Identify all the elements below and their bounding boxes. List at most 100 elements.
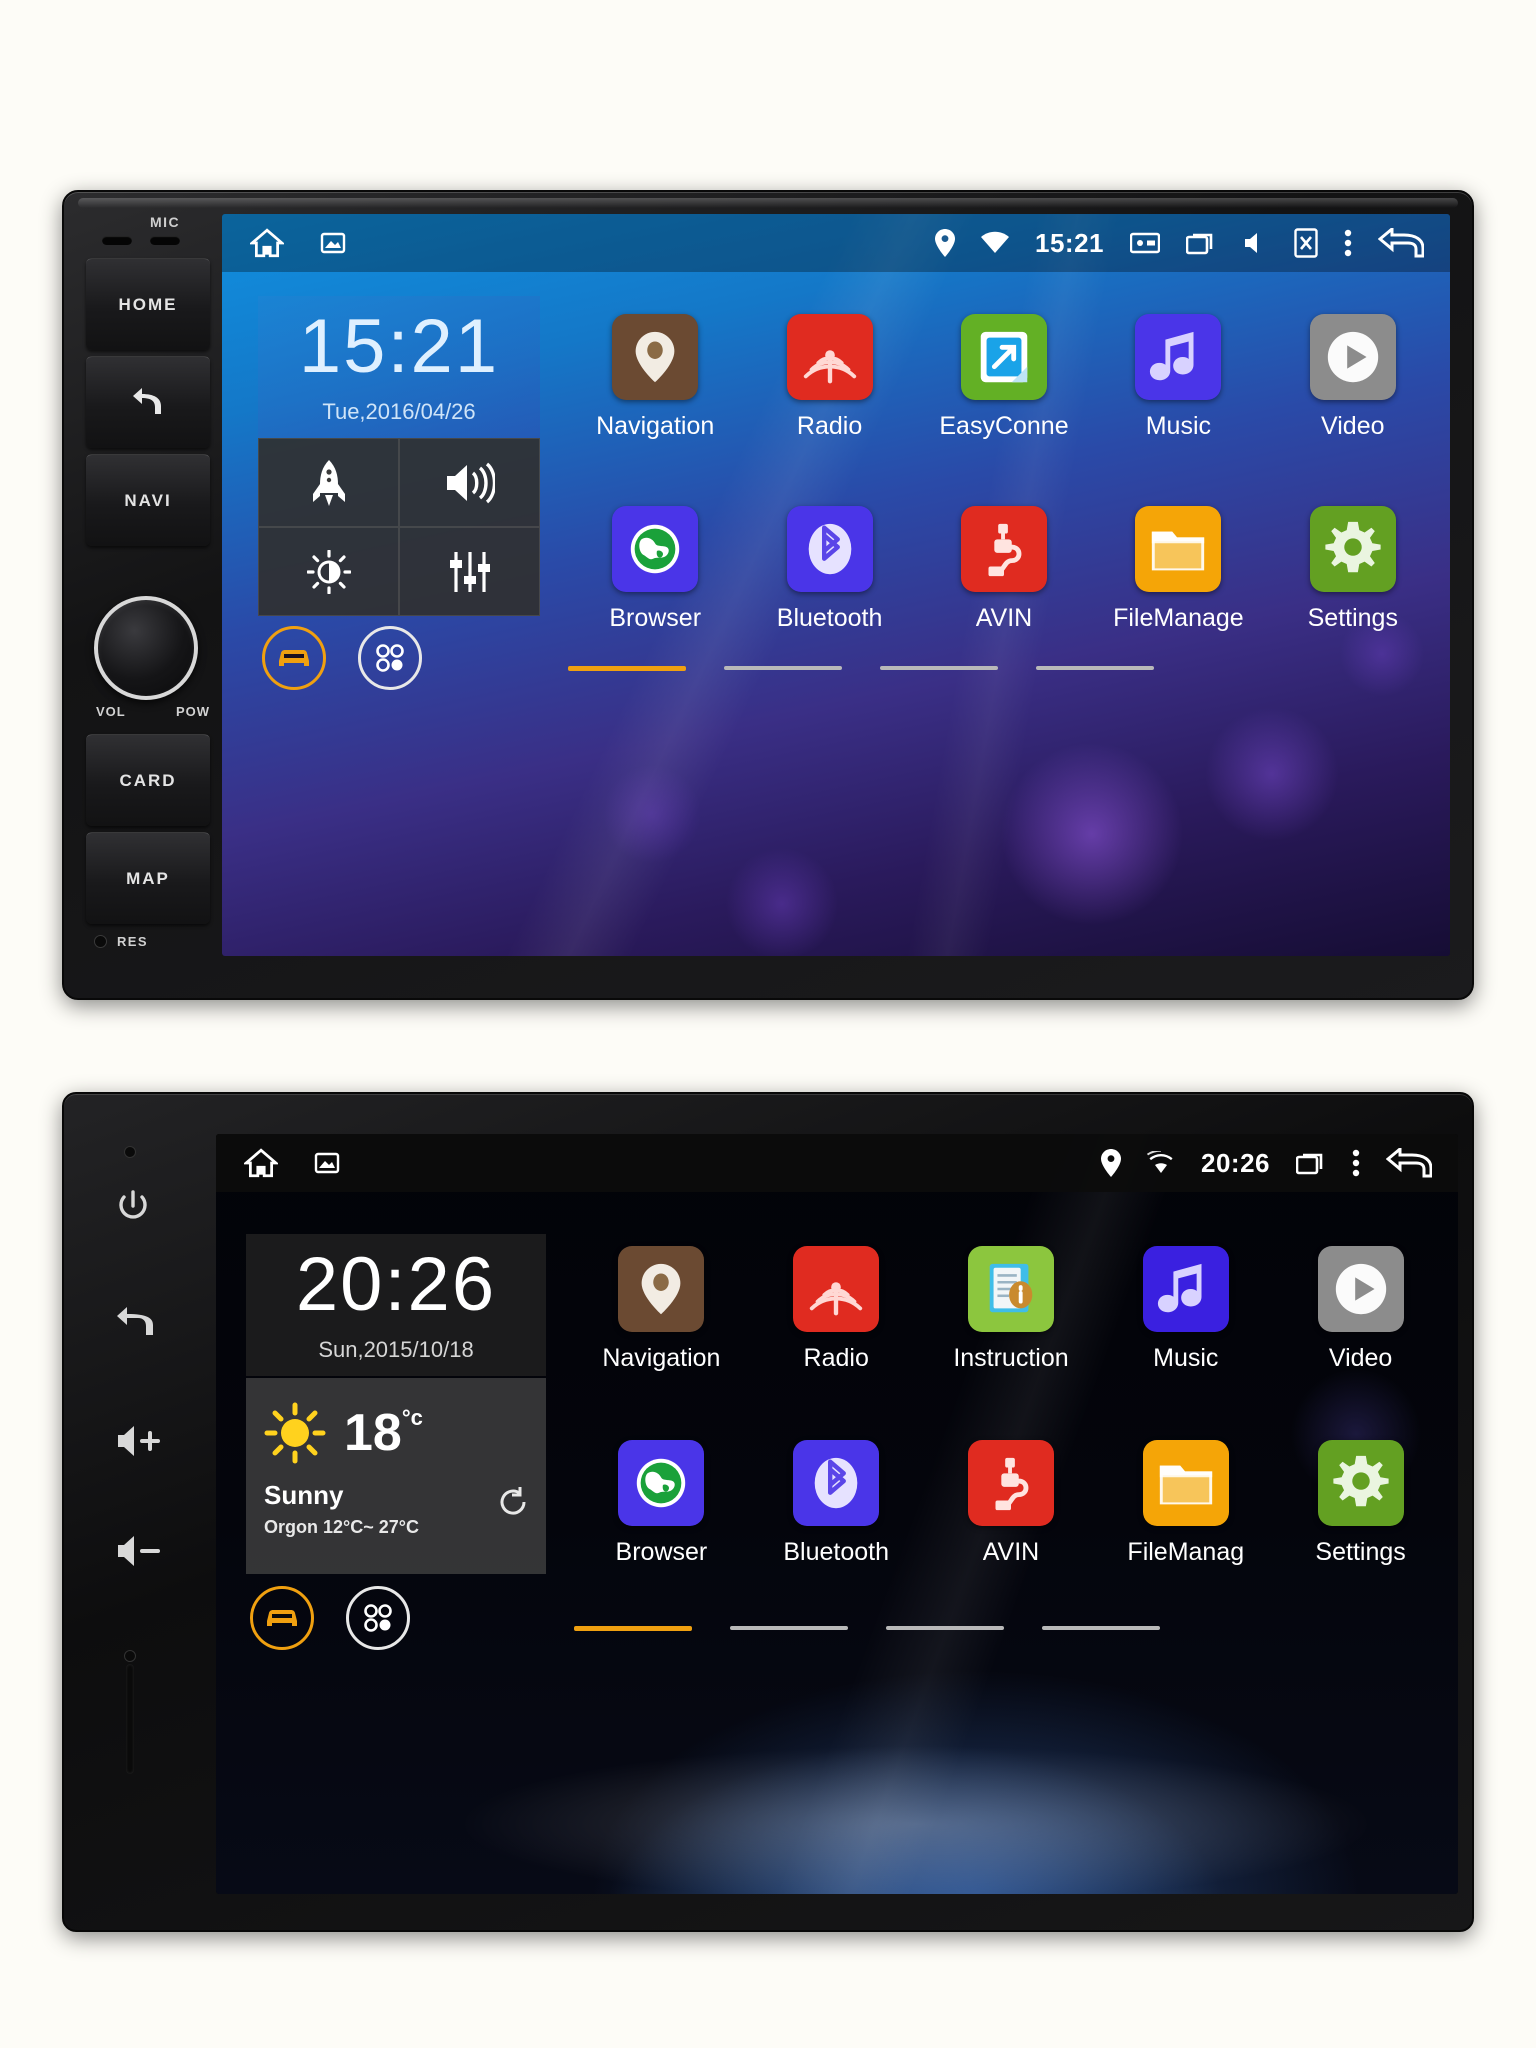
back-icon[interactable] bbox=[1386, 1148, 1432, 1178]
app-avin[interactable]: AVIN bbox=[924, 1440, 1099, 1567]
volume-up-icon bbox=[118, 1426, 160, 1456]
app-instruction[interactable]: Instruction bbox=[924, 1246, 1099, 1373]
volume-power-knob-wrap: VOL POW bbox=[94, 596, 212, 719]
app-filemanag[interactable]: FileManag bbox=[1098, 1440, 1273, 1567]
app-label: FileManage bbox=[1113, 604, 1244, 632]
dock-car-button[interactable] bbox=[262, 626, 326, 690]
app-label: Bluetooth bbox=[783, 1538, 890, 1566]
hw-card-button[interactable]: CARD bbox=[86, 734, 210, 826]
clock-widget-top[interactable]: 15:21 Tue,2016/04/26 bbox=[258, 296, 540, 438]
tile-brightness[interactable] bbox=[258, 527, 399, 616]
app-settings[interactable]: Settings bbox=[1273, 1440, 1448, 1567]
card-slot-bottom[interactable] bbox=[126, 1664, 134, 1774]
home-icon[interactable] bbox=[250, 228, 284, 258]
page-dot-1[interactable] bbox=[568, 666, 686, 671]
folder-icon bbox=[1159, 1465, 1212, 1505]
weather-range: Orgon 12°C~ 27°C bbox=[264, 1517, 419, 1537]
gps-pin-icon bbox=[935, 229, 955, 257]
screenshot-icon[interactable] bbox=[320, 230, 346, 256]
app-label: Browser bbox=[615, 1538, 708, 1566]
globe-icon bbox=[612, 506, 699, 592]
clock-widget-date-bottom: Sun,2015/10/18 bbox=[318, 1337, 474, 1362]
reset-hole[interactable] bbox=[94, 935, 107, 948]
page-dot-1[interactable] bbox=[574, 1626, 692, 1631]
app-filemanage[interactable]: FileManage bbox=[1091, 506, 1265, 633]
hw-power-button[interactable] bbox=[116, 1190, 150, 1224]
app-label: Music bbox=[1153, 1344, 1219, 1372]
hw-back-button-bottom[interactable] bbox=[116, 1306, 154, 1338]
clock-widget-time: 15:21 bbox=[298, 304, 500, 389]
equalizer-icon bbox=[449, 551, 490, 592]
hw-volume-up-button[interactable] bbox=[116, 1424, 162, 1458]
status-bar-clock-bottom: 20:26 bbox=[1201, 1147, 1270, 1178]
app-navigation[interactable]: Navigation bbox=[568, 314, 742, 441]
screen-bottom[interactable]: 20:26 20:26 Sun,2015/10/18 18°c Sunny Or… bbox=[216, 1134, 1458, 1894]
app-browser[interactable]: Browser bbox=[574, 1440, 749, 1567]
page-dot-4[interactable] bbox=[1042, 1626, 1160, 1630]
app-bluetooth[interactable]: Bluetooth bbox=[742, 506, 916, 633]
app-easyconne[interactable]: EasyConne bbox=[917, 314, 1091, 441]
weather-widget[interactable]: 18°c Sunny Orgon 12°C~ 27°C bbox=[246, 1378, 546, 1574]
tile-equalizer[interactable] bbox=[399, 527, 540, 616]
recents-icon[interactable] bbox=[1296, 1151, 1326, 1175]
mic-label: MIC bbox=[150, 214, 181, 230]
app-radio[interactable]: Radio bbox=[749, 1246, 924, 1373]
weather-main-row: 18°c bbox=[264, 1402, 528, 1464]
dock-app-drawer-button[interactable] bbox=[346, 1586, 410, 1650]
reset-hole-bottom[interactable] bbox=[124, 1650, 136, 1662]
hw-back-button[interactable] bbox=[86, 356, 210, 448]
page-dot-4[interactable] bbox=[1036, 666, 1154, 670]
screenshot-icon[interactable] bbox=[314, 1150, 340, 1176]
weather-refresh-button[interactable] bbox=[498, 1487, 528, 1522]
knob-pow-label: POW bbox=[175, 704, 210, 719]
app-music[interactable]: Music bbox=[1098, 1246, 1273, 1373]
hw-navi-button[interactable]: NAVI bbox=[86, 454, 210, 546]
document-info-icon bbox=[989, 1263, 1033, 1313]
car-stereo-unit-top: MIC HOME NAVI VOL POW CARD MAP RES 15:21… bbox=[62, 190, 1474, 1000]
bluetooth-icon bbox=[793, 1440, 880, 1526]
page-dot-2[interactable] bbox=[724, 666, 842, 670]
overflow-menu-icon[interactable] bbox=[1344, 229, 1352, 257]
mic-hole-right bbox=[150, 236, 180, 245]
page-dot-2[interactable] bbox=[730, 1626, 848, 1630]
page-dot-3[interactable] bbox=[886, 1626, 1004, 1630]
app-label: Bluetooth bbox=[776, 604, 883, 632]
music-note-icon bbox=[1142, 1246, 1229, 1332]
app-radio[interactable]: Radio bbox=[742, 314, 916, 441]
app-drawer-icon bbox=[364, 1604, 392, 1632]
home-icon[interactable] bbox=[244, 1148, 278, 1178]
mic-hole-bottom bbox=[124, 1146, 136, 1158]
app-settings[interactable]: Settings bbox=[1266, 506, 1440, 633]
recents-icon[interactable] bbox=[1186, 231, 1216, 255]
folder-icon bbox=[1135, 506, 1222, 592]
app-navigation[interactable]: Navigation bbox=[574, 1246, 749, 1373]
clock-widget-bottom[interactable]: 20:26 Sun,2015/10/18 bbox=[246, 1234, 546, 1376]
tile-launcher[interactable] bbox=[258, 438, 399, 527]
app-bluetooth[interactable]: Bluetooth bbox=[749, 1440, 924, 1567]
page-dot-3[interactable] bbox=[880, 666, 998, 670]
app-music[interactable]: Music bbox=[1091, 314, 1265, 441]
screen-off-icon[interactable] bbox=[1294, 228, 1318, 258]
dock-car-button[interactable] bbox=[250, 1586, 314, 1650]
back-icon[interactable] bbox=[1378, 228, 1424, 258]
map-pin-icon bbox=[618, 1246, 705, 1332]
back-icon bbox=[133, 387, 161, 414]
overflow-menu-icon[interactable] bbox=[1352, 1149, 1360, 1177]
app-grid-row1-top: Navigation Radio EasyConne Music Video bbox=[568, 314, 1440, 441]
app-browser[interactable]: Browser bbox=[568, 506, 742, 633]
volume-power-knob[interactable] bbox=[94, 596, 198, 700]
hw-volume-down-button[interactable] bbox=[116, 1534, 162, 1568]
app-video[interactable]: Video bbox=[1266, 314, 1440, 441]
app-video[interactable]: Video bbox=[1273, 1246, 1448, 1373]
tile-volume[interactable] bbox=[399, 438, 540, 527]
screen-top[interactable]: 15:21 15:21 Tue,2016/04/26 Navigation Ra… bbox=[222, 214, 1450, 956]
power-icon bbox=[119, 1190, 147, 1219]
clock-widget-date: Tue,2016/04/26 bbox=[322, 399, 476, 424]
dock-app-drawer-button[interactable] bbox=[358, 626, 422, 690]
app-avin[interactable]: AVIN bbox=[917, 506, 1091, 633]
mute-icon[interactable] bbox=[1242, 230, 1268, 256]
hw-map-button[interactable]: MAP bbox=[86, 832, 210, 924]
hw-home-button[interactable]: HOME bbox=[86, 258, 210, 350]
bezel-highlight bbox=[78, 198, 1458, 208]
volume-down-icon bbox=[118, 1536, 160, 1566]
